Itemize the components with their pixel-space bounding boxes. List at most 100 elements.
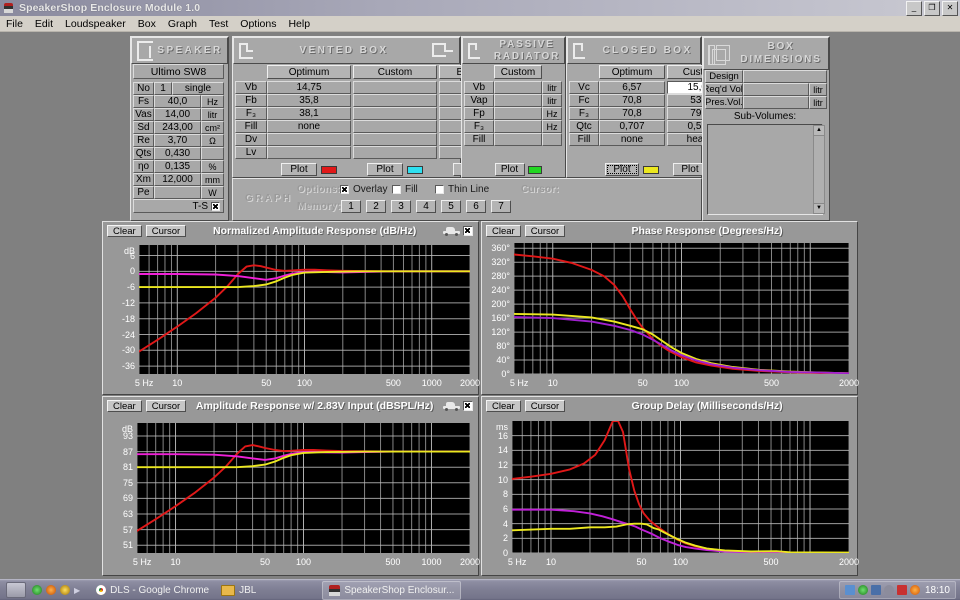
vented-cell-optimum[interactable]: 14,75 (267, 81, 351, 94)
chart-cursor-button[interactable]: Cursor (524, 224, 566, 237)
vented-cell-optimum[interactable] (267, 133, 351, 146)
vented-cell-optimum[interactable] (267, 146, 351, 159)
passive-cell-custom[interactable] (494, 120, 542, 133)
graph-memory-7[interactable]: 7 (491, 200, 511, 213)
graph-option-fill-checkbox[interactable] (392, 185, 401, 194)
closed-cell-optimum[interactable]: none (599, 133, 665, 146)
closed-cell-optimum[interactable]: 6,57 (599, 81, 665, 94)
passive-cell-custom[interactable] (494, 133, 542, 146)
menu-item-graph[interactable]: Graph (162, 17, 203, 31)
vented-cell-custom[interactable] (353, 107, 437, 120)
utorrent-icon[interactable] (60, 585, 70, 595)
winamp-tray-icon[interactable] (857, 585, 868, 595)
passive-cell-custom[interactable] (494, 107, 542, 120)
scroll-down-arrow[interactable]: ▼ (814, 203, 824, 213)
speaker-ts-checkbox[interactable] (211, 201, 220, 211)
vented-col-custom[interactable]: Custom (353, 65, 437, 79)
minimize-icon[interactable]: _ (906, 1, 922, 16)
chart-clear-button[interactable]: Clear (486, 399, 521, 412)
close-icon[interactable]: ✕ (942, 1, 958, 16)
closed-cell-optimum[interactable]: 70,8 (599, 94, 665, 107)
quicklaunch-icons[interactable]: ▶ (32, 585, 80, 595)
chart-cursor-button[interactable]: Cursor (145, 224, 187, 237)
vented-col-optimum[interactable]: Optimum (267, 65, 351, 79)
graph-memory-3[interactable]: 3 (391, 200, 411, 213)
chart-plot-area-group-delay[interactable] (512, 421, 849, 553)
maximize-icon[interactable]: ❐ (924, 1, 940, 16)
box-dim-row-value[interactable] (743, 96, 809, 109)
vented-plot-button[interactable]: Plot (281, 163, 317, 176)
graph-memory-2[interactable]: 2 (366, 200, 386, 213)
speaker-row-value[interactable] (154, 186, 201, 199)
system-tray[interactable]: 18:10 (838, 581, 956, 599)
box-dim-row-value[interactable] (743, 70, 827, 83)
download-icon[interactable] (896, 585, 907, 595)
chart-plot-area-normalized-amplitude[interactable] (139, 245, 470, 374)
subvolumes-scrollbar[interactable]: ▲ ▼ (813, 125, 825, 214)
menu-item-options[interactable]: Options (234, 17, 282, 31)
vented-cell-custom[interactable] (353, 133, 437, 146)
passive-cell-custom[interactable] (494, 81, 542, 94)
menu-item-loudspeaker[interactable]: Loudspeaker (59, 17, 132, 31)
speaker-row-value[interactable]: 243,00 (154, 121, 201, 134)
window-titlebar[interactable]: SpeakerShop Enclosure Module 1.0 _ ❐ ✕ (0, 0, 960, 16)
vented-cell-optimum[interactable]: none (267, 120, 351, 133)
speaker-count-value[interactable]: 1 (154, 82, 172, 95)
graph-option-thin-line-checkbox[interactable] (435, 185, 444, 194)
chart-cursor-button[interactable]: Cursor (145, 399, 187, 412)
graph-option-thin-line[interactable]: Thin Line (435, 184, 489, 195)
speaker-row-value[interactable]: 12,000 (154, 173, 201, 186)
volume-muted-icon[interactable] (870, 585, 881, 595)
network-icon[interactable] (844, 585, 855, 595)
chart-clear-button[interactable]: Clear (107, 399, 142, 412)
closed-plot-button[interactable]: Plot (605, 163, 639, 176)
taskbar-item-chrome[interactable]: DLS - Google Chrome (90, 582, 215, 598)
speaker-row-value[interactable]: 0,135 (154, 160, 201, 173)
scroll-up-arrow[interactable]: ▲ (814, 126, 824, 136)
speaker-row-value[interactable]: 3,70 (154, 134, 201, 147)
chart-plot-area-phase-response[interactable] (514, 243, 849, 374)
passive-col-custom[interactable]: Custom (494, 65, 542, 79)
chart-clear-button[interactable]: Clear (486, 224, 521, 237)
start-button[interactable] (6, 582, 26, 598)
graph-option-overlay[interactable]: Overlay (340, 184, 387, 195)
chart-car-checkbox[interactable] (463, 225, 473, 236)
closed-col-optimum[interactable]: Optimum (599, 65, 665, 79)
box-dim-row-value[interactable] (743, 83, 809, 96)
graph-memory-5[interactable]: 5 (441, 200, 461, 213)
history-icon[interactable] (883, 585, 894, 595)
menu-item-file[interactable]: File (0, 17, 29, 31)
vented-plot-button[interactable]: Plot (367, 163, 403, 176)
speaker-row-value[interactable]: 40,0 (154, 95, 201, 108)
menu-item-box[interactable]: Box (132, 17, 162, 31)
graph-option-overlay-checkbox[interactable] (340, 185, 349, 194)
vented-cell-custom[interactable] (353, 120, 437, 133)
firefox-icon[interactable] (46, 585, 56, 595)
clock[interactable]: 18:10 (925, 585, 950, 596)
vented-cell-optimum[interactable]: 35,8 (267, 94, 351, 107)
chart-car-checkbox[interactable] (463, 400, 473, 411)
menu-item-help[interactable]: Help (282, 17, 316, 31)
subvolumes-list[interactable] (707, 124, 823, 215)
vented-cell-optimum[interactable]: 38,1 (267, 107, 351, 120)
graph-memory-6[interactable]: 6 (466, 200, 486, 213)
graph-option-fill[interactable]: Fill (392, 184, 418, 195)
passive-cell-custom[interactable] (494, 94, 542, 107)
graph-memory-4[interactable]: 4 (416, 200, 436, 213)
menu-item-test[interactable]: Test (203, 17, 234, 31)
chart-plot-area-amplitude-2v83[interactable] (137, 423, 470, 553)
vented-cell-custom[interactable] (353, 94, 437, 107)
chart-clear-button[interactable]: Clear (107, 224, 142, 237)
update-icon[interactable] (909, 585, 920, 595)
speaker-row-value[interactable]: 14,00 (154, 108, 201, 121)
closed-cell-optimum[interactable]: 0,707 (599, 120, 665, 133)
graph-memory-1[interactable]: 1 (341, 200, 361, 213)
vented-cell-custom[interactable] (353, 146, 437, 159)
chevron-right-icon[interactable]: ▶ (74, 586, 80, 595)
vented-cell-custom[interactable] (353, 81, 437, 94)
taskbar-item-folder[interactable]: JBL (215, 582, 262, 598)
speaker-count-mode[interactable]: single (172, 82, 224, 95)
chart-cursor-button[interactable]: Cursor (524, 399, 566, 412)
passive-plot-button[interactable]: Plot (494, 163, 525, 176)
menu-item-edit[interactable]: Edit (29, 17, 59, 31)
